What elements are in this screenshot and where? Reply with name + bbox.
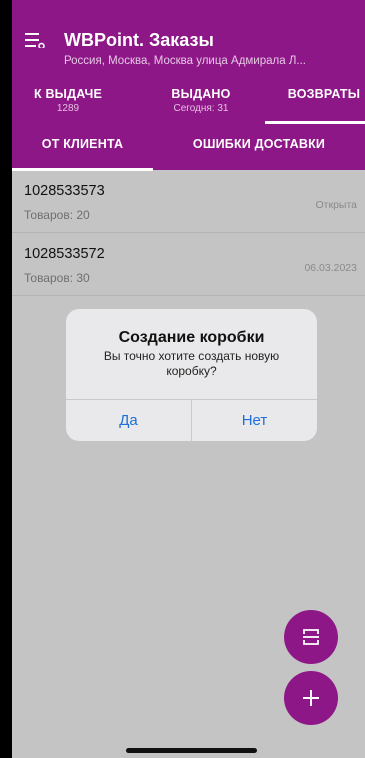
box-number: 1028533572 [24,246,105,262]
page-subtitle: Россия, Москва, Москва улица Адмирала Л.… [64,55,306,67]
item-count: Товаров: 20 [24,208,90,222]
yes-button[interactable]: Да [66,400,191,441]
tab-count: 1289 [56,103,80,114]
main-tabs: К ВЫДАЧЕ 1289 ВЫДАНО Сегодня: 31 ВОЗВРАТ… [12,78,365,124]
tab-issued[interactable]: ВЫДАНО Сегодня: 31 [141,78,261,124]
dialog-message: Вы точно хотите создать новую коробку? [103,349,280,378]
list-item[interactable]: 1028533573 Товаров: 20 Открыта [12,171,365,233]
subtab-delivery-errors[interactable]: ОШИБКИ ДОСТАВКИ [153,124,365,170]
add-box-button[interactable] [284,671,338,725]
status-label: 06.03.2023 [304,262,357,274]
app-screen: WBPoint. Заказы Россия, Москва, Москва у… [12,0,365,758]
tab-returns[interactable]: ВОЗВРАТЫ [274,78,365,124]
no-button[interactable]: Нет [192,400,317,441]
box-scan-icon [303,629,319,645]
tab-label: ВОЗВРАТЫ [287,87,361,101]
plus-icon [303,690,319,706]
tab-label: К ВЫДАЧЕ [33,87,103,101]
menu-icon[interactable] [25,32,45,50]
dialog-title: Создание коробки [118,329,265,346]
tab-count: Сегодня: 31 [173,103,229,114]
list-item[interactable]: 1028533572 Товаров: 30 06.03.2023 [12,234,365,296]
app-bar: WBPoint. Заказы Россия, Москва, Москва у… [12,0,365,78]
subtab-from-client[interactable]: ОТ КЛИЕНТА [12,124,153,170]
create-box-dialog: Создание коробки Вы точно хотите создать… [66,309,317,441]
home-indicator[interactable] [126,748,257,753]
status-label: Открыта [315,199,358,211]
box-number: 1028533573 [24,183,105,199]
item-count: Товаров: 30 [24,271,90,285]
tab-label: ВЫДАНО [171,87,231,101]
tab-to-issue[interactable]: К ВЫДАЧЕ 1289 [12,78,124,124]
sub-tabs: ОТ КЛИЕНТА ОШИБКИ ДОСТАВКИ [12,124,365,170]
page-title: WBPoint. Заказы [64,30,214,50]
scan-box-button[interactable] [284,610,338,664]
